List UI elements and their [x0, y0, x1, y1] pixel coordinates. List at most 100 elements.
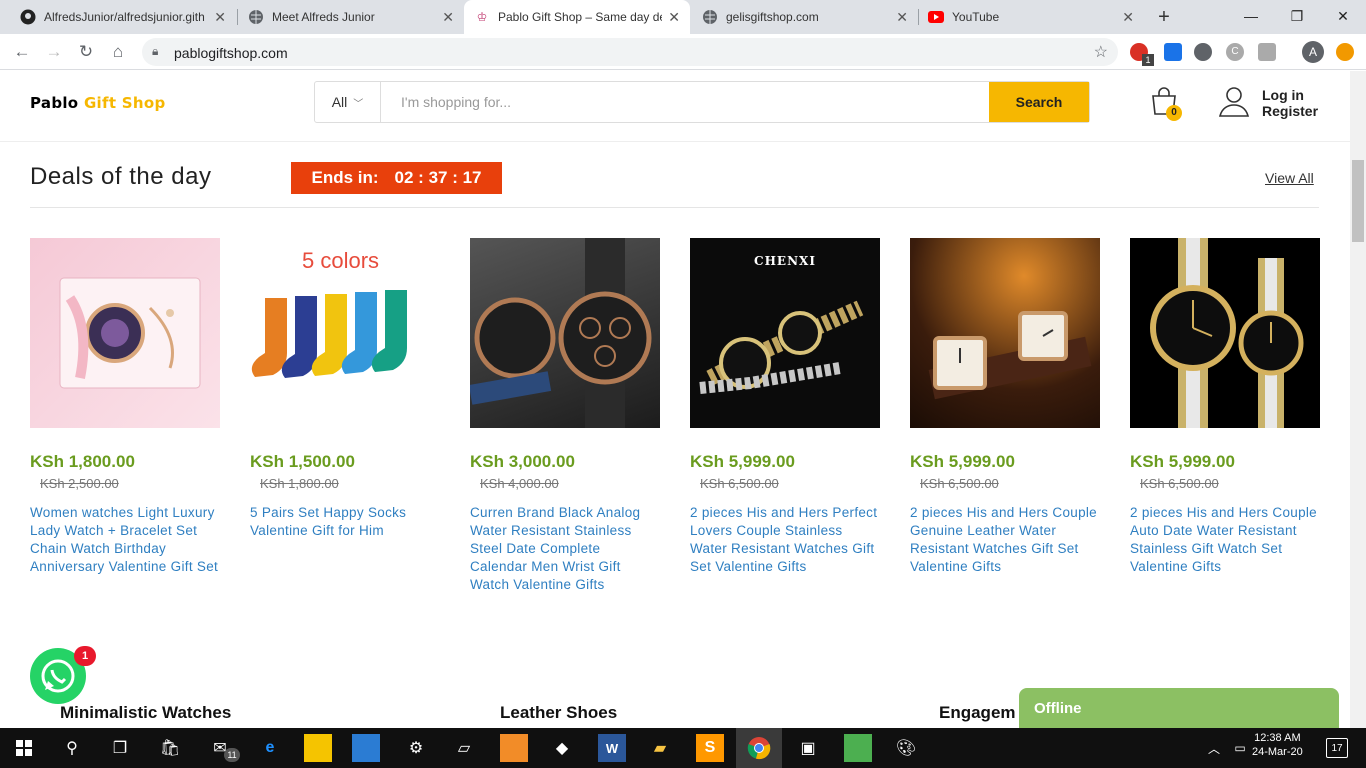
product-image[interactable] [1130, 238, 1320, 428]
search-icon[interactable]: ⚲ [58, 734, 86, 762]
tab-youtube[interactable]: YouTube ✕ [918, 0, 1144, 34]
profile-avatar[interactable]: A [1302, 41, 1324, 63]
product-price: KSh 5,999.00 [910, 452, 1015, 471]
search-input[interactable] [381, 82, 989, 122]
product-image[interactable] [470, 238, 660, 428]
close-window-button[interactable]: ✕ [1320, 0, 1366, 34]
product-old-price: KSh 1,800.00 [260, 476, 339, 491]
globe-icon [702, 9, 718, 25]
product-card: KSh 3,000.00 KSh 4,000.00 Curren Brand B… [470, 238, 660, 594]
address-bar[interactable]: 🔒︎ pablogiftshop.com ☆ [142, 38, 1118, 66]
store-icon[interactable]: 🛍︎ [156, 734, 184, 762]
product-name[interactable]: 2 pieces His and Hers Perfect Lovers Cou… [690, 504, 880, 576]
user-icon[interactable] [1218, 85, 1250, 122]
vm-icon[interactable]: ▣ [794, 734, 822, 762]
search-button[interactable]: Search [989, 82, 1089, 122]
back-button[interactable]: ← [10, 40, 34, 64]
bookmark-star-icon[interactable]: ☆ [1094, 42, 1108, 62]
git-icon[interactable]: ◆ [548, 734, 576, 762]
gift-icon: ♔ [476, 10, 488, 24]
clock[interactable]: 12:38 AM 24-Mar-20 [1252, 731, 1303, 759]
tab-label: Meet Alfreds Junior [272, 10, 375, 24]
browser-toolbar: ← → ↻ ⌂ 🔒︎ pablogiftshop.com ☆ 1 C A [0, 34, 1366, 70]
logo-accent: Gift Shop [83, 94, 166, 112]
update-icon[interactable] [1336, 43, 1354, 61]
cart-button[interactable]: 0 [1148, 85, 1184, 121]
tab-github[interactable]: AlfredsJunior/alfredsjunior.gith ✕ [10, 0, 236, 34]
edge-icon[interactable]: e [256, 734, 284, 762]
whatsapp-icon [30, 659, 86, 708]
chat-widget[interactable]: Offline [1019, 688, 1339, 728]
brand-logo: CHENXI [754, 254, 816, 268]
tab-pablo-gift-shop[interactable]: ♔ Pablo Gift Shop – Same day de ✕ [464, 0, 690, 34]
account-links: Log in Register [1262, 87, 1318, 119]
product-card: KSh 5,999.00 KSh 6,500.00 2 pieces His a… [1130, 238, 1320, 576]
notepad-icon[interactable]: ▱ [450, 734, 478, 762]
tab-label: YouTube [952, 10, 1000, 24]
close-icon[interactable]: ✕ [1122, 9, 1134, 26]
paint-icon[interactable]: 🎨︎ [892, 734, 920, 762]
android-icon[interactable] [844, 734, 872, 762]
close-icon[interactable]: ✕ [442, 9, 454, 26]
login-link[interactable]: Log in [1262, 87, 1318, 103]
scrollbar-thumb[interactable] [1352, 160, 1364, 242]
windows-start-icon[interactable] [10, 734, 38, 762]
product-name[interactable]: 5 Pairs Set Happy Socks Valentine Gift f… [250, 504, 440, 540]
c-extension-icon[interactable]: C [1226, 43, 1244, 61]
product-old-price: KSh 6,500.00 [700, 476, 779, 491]
tab-label: Pablo Gift Shop – Same day de [498, 10, 663, 24]
category-select[interactable]: All ﹀ [315, 82, 381, 122]
product-name[interactable]: Curren Brand Black Analog Water Resistan… [470, 504, 660, 594]
player-icon[interactable] [304, 734, 332, 762]
site-logo[interactable]: Pablo Gift Shop [30, 94, 166, 112]
xampp-icon[interactable] [500, 734, 528, 762]
windows-taskbar: ⚲ ❐ 🛍︎ ✉ 11 e ⚙ ▱ ◆ W ▰ S ▣ 🎨︎ ︿ ▭ [0, 728, 1366, 768]
chevron-down-icon: ﹀ [353, 98, 364, 110]
chevron-up-icon[interactable]: ︿ [1200, 734, 1228, 762]
product-card: CHENXI KSh 5,999.00 KSh 6,500.00 2 piece… [690, 238, 880, 576]
reload-button[interactable]: ↻ [74, 40, 98, 64]
puzzle-icon[interactable] [1258, 43, 1276, 61]
forward-button[interactable]: → [42, 40, 66, 64]
category-heading[interactable]: Engagem [939, 703, 1016, 723]
product-name[interactable]: Women watches Light Luxury Lady Watch + … [30, 504, 220, 576]
image-caption: 5 colors [302, 248, 380, 273]
minimize-button[interactable]: — [1228, 0, 1274, 34]
tab-gelis[interactable]: gelisgiftshop.com ✕ [692, 0, 918, 34]
product-image[interactable]: CHENXI [690, 238, 880, 428]
network-icon[interactable]: ▭ [1226, 734, 1254, 762]
product-image[interactable] [910, 238, 1100, 428]
sublime-icon[interactable]: S [696, 734, 724, 762]
close-icon[interactable]: ✕ [896, 9, 908, 26]
tab-label: AlfredsJunior/alfredsjunior.gith [44, 10, 205, 24]
home-button[interactable]: ⌂ [106, 40, 130, 64]
product-name[interactable]: 2 pieces His and Hers Couple Genuine Lea… [910, 504, 1100, 576]
settings-gear-icon[interactable]: ⚙ [402, 734, 430, 762]
close-icon[interactable]: ✕ [668, 9, 680, 26]
mail-badge: 11 [224, 748, 240, 762]
product-name[interactable]: 2 pieces His and Hers Couple Auto Date W… [1130, 504, 1320, 576]
maximize-button[interactable]: ❐ [1274, 0, 1320, 34]
divider [30, 207, 1319, 208]
chrome-icon[interactable] [736, 728, 782, 768]
view-all-link[interactable]: View All [1265, 170, 1314, 186]
notifications-icon[interactable]: 17 [1326, 738, 1348, 758]
product-price: KSh 5,999.00 [690, 452, 795, 471]
word-icon[interactable]: W [598, 734, 626, 762]
file-explorer-icon[interactable]: ▰ [646, 734, 674, 762]
github-icon [20, 9, 36, 25]
task-view-icon[interactable]: ❐ [106, 734, 134, 762]
new-tab-button[interactable]: + [1152, 5, 1176, 29]
dropper-icon[interactable] [1164, 43, 1182, 61]
whatsapp-badge: 1 [74, 646, 96, 666]
app-icon[interactable] [352, 734, 380, 762]
tab-meet-alfreds[interactable]: Meet Alfreds Junior ✕ [238, 0, 464, 34]
close-icon[interactable]: ✕ [214, 9, 226, 26]
speed-icon[interactable] [1194, 43, 1212, 61]
search-bar: All ﹀ Search [314, 81, 1090, 123]
product-image[interactable]: 5 colors [250, 238, 440, 428]
register-link[interactable]: Register [1262, 103, 1318, 119]
category-heading[interactable]: Leather Shoes [500, 703, 617, 723]
product-image[interactable] [30, 238, 220, 428]
clock-time: 12:38 AM [1254, 732, 1301, 744]
